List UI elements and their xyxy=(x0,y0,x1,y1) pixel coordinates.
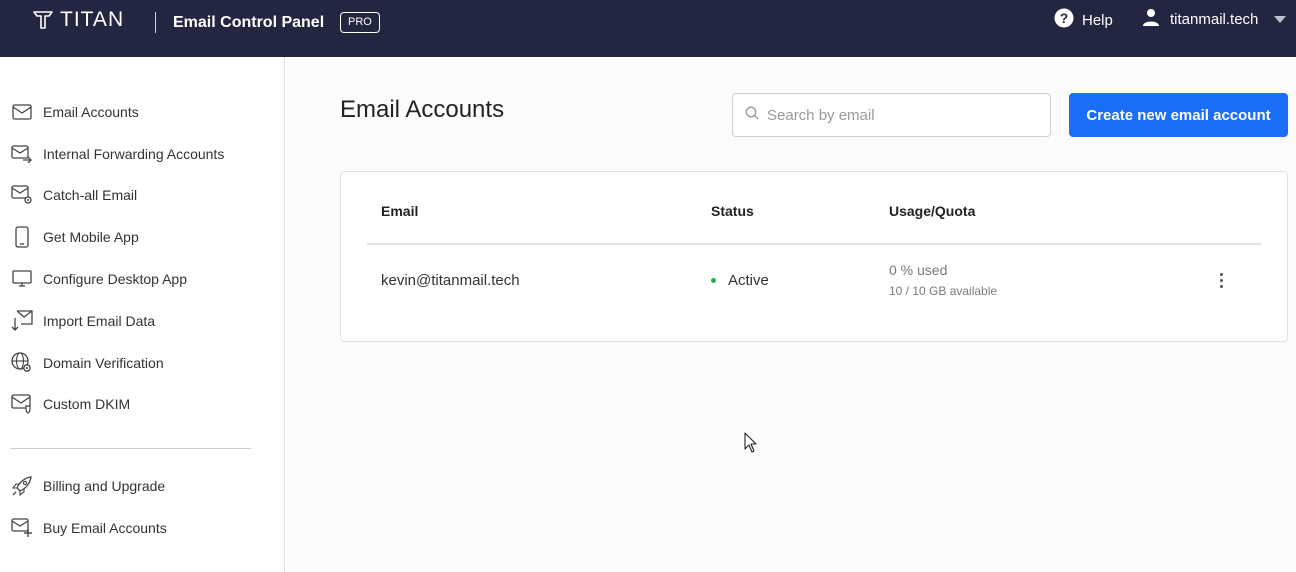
sidebar-item-custom-dkim[interactable]: Custom DKIM xyxy=(10,393,130,415)
sidebar: Email Accounts Internal Forwarding Accou… xyxy=(0,57,285,572)
sidebar-item-desktop-app[interactable]: Configure Desktop App xyxy=(10,268,187,290)
sidebar-item-label: Billing and Upgrade xyxy=(43,478,166,494)
sidebar-item-import-data[interactable]: Import Email Data xyxy=(10,310,155,332)
create-email-account-button[interactable]: Create new email account xyxy=(1069,93,1288,137)
search-input[interactable] xyxy=(767,106,1037,124)
user-icon xyxy=(1142,8,1160,30)
pro-badge: PRO xyxy=(340,12,380,33)
sidebar-item-domain-verification[interactable]: Domain Verification xyxy=(10,352,164,374)
sidebar-item-billing[interactable]: Billing and Upgrade xyxy=(10,475,165,497)
user-menu[interactable]: titanmail.tech xyxy=(1142,8,1287,30)
forward-mail-icon xyxy=(10,143,33,165)
help-link[interactable]: ? Help xyxy=(1054,8,1113,32)
table-header-divider xyxy=(367,243,1262,245)
sidebar-item-internal-forwarding[interactable]: Internal Forwarding Accounts xyxy=(10,143,224,165)
phone-icon xyxy=(10,226,33,248)
sidebar-item-label: Domain Verification xyxy=(43,355,164,371)
quota-available: 10 / 10 GB available xyxy=(889,284,998,298)
sidebar-item-label: Import Email Data xyxy=(43,313,156,329)
titan-logo-icon xyxy=(32,10,54,30)
accounts-table: Email Status Usage/Quota kevin@titanmail… xyxy=(340,171,1288,342)
sidebar-divider xyxy=(10,448,251,449)
monitor-icon xyxy=(10,268,33,290)
sidebar-item-label: Buy Email Accounts xyxy=(43,520,167,536)
page-title: Email Accounts xyxy=(340,96,505,123)
main-content: Email Accounts Create new email account … xyxy=(286,57,1296,572)
status-label: Active xyxy=(728,272,769,289)
logo-text: TITAN xyxy=(60,8,125,31)
column-header-email[interactable]: Email xyxy=(381,203,418,219)
top-bar: TITAN Email Control Panel PRO ? Help tit… xyxy=(0,0,1296,57)
sidebar-item-mobile-app[interactable]: Get Mobile App xyxy=(10,226,139,248)
svg-text:?: ? xyxy=(1060,10,1069,26)
usage-percent: 0 % used xyxy=(889,262,948,278)
envelope-icon xyxy=(10,101,33,123)
sidebar-item-buy-accounts[interactable]: Buy Email Accounts xyxy=(10,517,167,539)
help-label: Help xyxy=(1082,11,1113,29)
titan-logo[interactable]: TITAN xyxy=(32,8,124,32)
sidebar-item-email-accounts[interactable]: Email Accounts xyxy=(10,101,139,123)
status-badge: Active xyxy=(711,272,769,289)
mail-shield-icon xyxy=(10,393,33,415)
row-actions-kebab-icon[interactable] xyxy=(1211,270,1231,290)
help-icon: ? xyxy=(1054,8,1074,32)
sidebar-item-label: Get Mobile App xyxy=(43,229,139,245)
chevron-down-icon xyxy=(1274,15,1287,23)
sidebar-item-label: Internal Forwarding Accounts xyxy=(43,146,225,162)
sidebar-item-catch-all[interactable]: Catch-all Email xyxy=(10,184,137,206)
mail-plus-icon xyxy=(10,517,33,539)
header-divider xyxy=(155,12,156,33)
mouse-cursor-icon xyxy=(744,432,758,459)
globe-gear-icon xyxy=(10,352,33,374)
app-title: Email Control Panel xyxy=(173,14,325,31)
user-domain: titanmail.tech xyxy=(1170,10,1259,28)
mail-gear-icon xyxy=(10,184,33,206)
column-header-usage[interactable]: Usage/Quota xyxy=(889,203,975,219)
import-icon xyxy=(10,310,33,332)
search-box[interactable] xyxy=(732,93,1051,137)
search-icon xyxy=(745,106,759,125)
usage-quota: 0 % used 10 / 10 GB available xyxy=(889,262,997,298)
sidebar-item-label: Email Accounts xyxy=(43,104,139,120)
sidebar-item-label: Custom DKIM xyxy=(43,396,131,412)
row-email[interactable]: kevin@titanmail.tech xyxy=(381,272,520,289)
column-header-status[interactable]: Status xyxy=(711,203,754,219)
status-dot-icon xyxy=(711,278,716,283)
sidebar-item-label: Configure Desktop App xyxy=(43,271,187,287)
sidebar-item-label: Catch-all Email xyxy=(43,187,138,203)
rocket-icon xyxy=(10,475,33,497)
